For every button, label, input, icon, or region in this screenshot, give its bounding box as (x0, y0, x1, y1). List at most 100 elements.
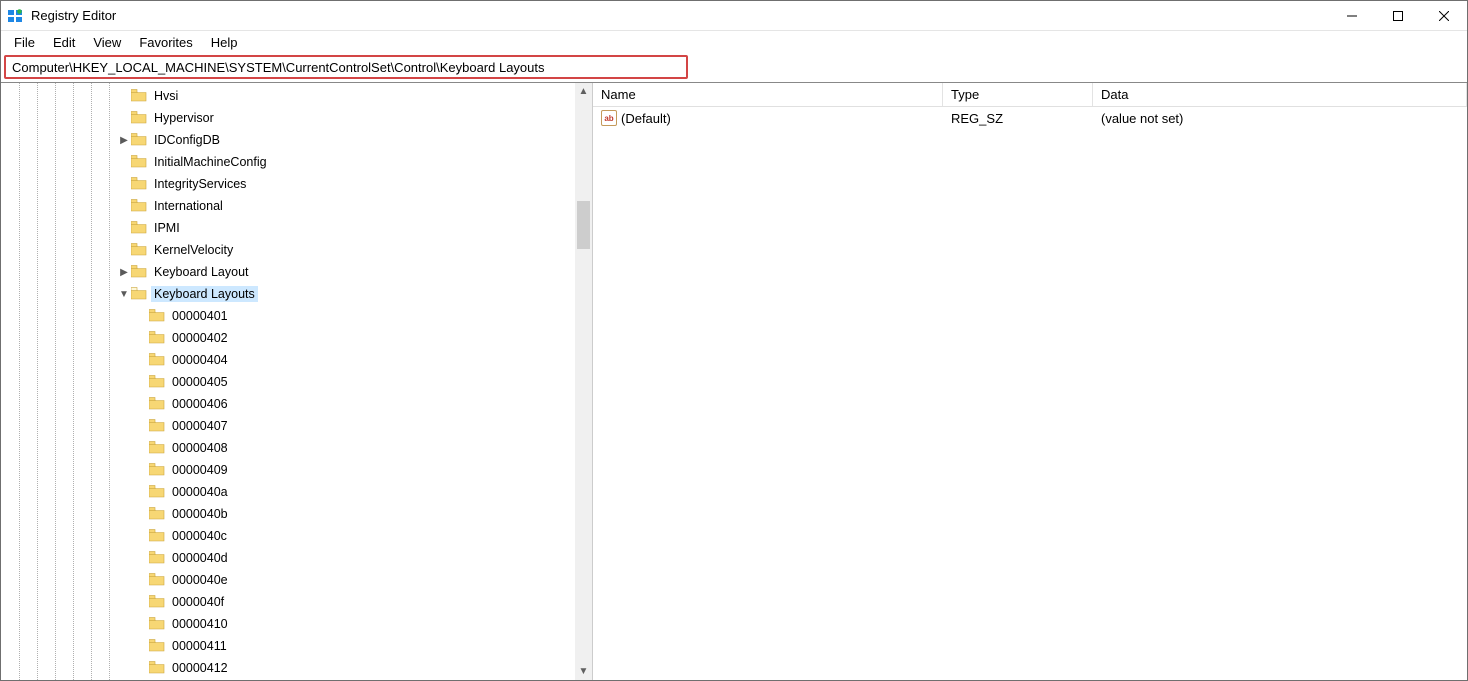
tree-item-label: IntegrityServices (151, 176, 249, 192)
regedit-icon (7, 8, 23, 24)
tree-item-label: 00000401 (169, 308, 231, 324)
address-bar[interactable] (4, 55, 688, 79)
tree-item-label: IDConfigDB (151, 132, 223, 148)
tree-item[interactable]: 00000409 (1, 459, 592, 481)
tree-item[interactable]: 00000406 (1, 393, 592, 415)
menu-view[interactable]: View (84, 33, 130, 52)
tree-item[interactable]: ▼ Keyboard Layouts (1, 283, 592, 305)
scroll-up-icon[interactable]: ▲ (575, 83, 592, 100)
folder-icon (149, 639, 165, 653)
tree-item-label: 00000407 (169, 418, 231, 434)
folder-icon (149, 595, 165, 609)
tree-item[interactable]: 0000040a (1, 481, 592, 503)
close-button[interactable] (1421, 1, 1467, 31)
tree-item-label: 0000040b (169, 506, 231, 522)
col-header-data[interactable]: Data (1093, 83, 1467, 106)
tree-item-label: KernelVelocity (151, 242, 236, 258)
tree-item[interactable]: KernelVelocity (1, 239, 592, 261)
menu-help[interactable]: Help (202, 33, 247, 52)
tree-item[interactable]: 0000040f (1, 591, 592, 613)
folder-icon (131, 177, 147, 191)
tree-item[interactable]: 00000410 (1, 613, 592, 635)
col-header-type[interactable]: Type (943, 83, 1093, 106)
address-input[interactable] (10, 59, 682, 76)
folder-icon (131, 199, 147, 213)
tree-item[interactable]: 00000402 (1, 327, 592, 349)
tree-item[interactable]: 00000411 (1, 635, 592, 657)
folder-icon (131, 265, 147, 279)
values-list[interactable]: ab(Default)REG_SZ(value not set) (593, 107, 1467, 680)
value-data: (value not set) (1093, 111, 1467, 126)
tree-item-label: 00000405 (169, 374, 231, 390)
folder-icon (149, 551, 165, 565)
value-row[interactable]: ab(Default)REG_SZ(value not set) (593, 107, 1467, 129)
tree-item[interactable]: ▶ IDConfigDB (1, 129, 592, 151)
tree-expander-icon[interactable]: ▶ (117, 135, 131, 146)
folder-icon (149, 419, 165, 433)
values-panel: Name Type Data ab(Default)REG_SZ(value n… (593, 83, 1467, 680)
col-header-name[interactable]: Name (593, 83, 943, 106)
tree-item[interactable]: Hypervisor (1, 107, 592, 129)
folder-icon (131, 287, 147, 301)
tree-item[interactable]: 00000401 (1, 305, 592, 327)
folder-icon (149, 507, 165, 521)
tree-item-label: IPMI (151, 220, 183, 236)
folder-icon (131, 155, 147, 169)
scroll-thumb[interactable] (577, 201, 590, 249)
tree-view[interactable]: Hvsi Hypervisor▶ IDConfigDB InitialMachi… (1, 83, 592, 680)
tree-item[interactable]: 0000040e (1, 569, 592, 591)
tree-item[interactable]: InitialMachineConfig (1, 151, 592, 173)
tree-item[interactable]: 00000404 (1, 349, 592, 371)
tree-item[interactable]: IntegrityServices (1, 173, 592, 195)
folder-icon (149, 397, 165, 411)
tree-item-label: 0000040e (169, 572, 231, 588)
maximize-button[interactable] (1375, 1, 1421, 31)
main-area: Hvsi Hypervisor▶ IDConfigDB InitialMachi… (1, 82, 1467, 680)
window: Registry Editor File Edit View Favorites… (0, 0, 1468, 681)
tree-expander-icon[interactable]: ▼ (117, 289, 131, 300)
tree-item-label: 0000040a (169, 484, 231, 500)
folder-icon (131, 89, 147, 103)
menubar: File Edit View Favorites Help (1, 31, 1467, 53)
window-title: Registry Editor (31, 8, 116, 23)
tree-item[interactable]: 00000405 (1, 371, 592, 393)
values-header[interactable]: Name Type Data (593, 83, 1467, 107)
tree-item[interactable]: 00000412 (1, 657, 592, 679)
tree-item[interactable]: ▶ Keyboard Layout (1, 261, 592, 283)
tree-item[interactable]: 0000040c (1, 525, 592, 547)
value-type: REG_SZ (943, 111, 1093, 126)
menu-edit[interactable]: Edit (44, 33, 84, 52)
folder-icon (149, 463, 165, 477)
menu-file[interactable]: File (5, 33, 44, 52)
minimize-button[interactable] (1329, 1, 1375, 31)
titlebar[interactable]: Registry Editor (1, 1, 1467, 31)
folder-icon (149, 375, 165, 389)
tree-item[interactable]: IPMI (1, 217, 592, 239)
tree-item-label: 00000402 (169, 330, 231, 346)
tree-item-label: 00000406 (169, 396, 231, 412)
tree-item[interactable]: Hvsi (1, 85, 592, 107)
tree-item-label: 0000040f (169, 594, 227, 610)
tree-item-label: 00000409 (169, 462, 231, 478)
tree-item[interactable]: 0000040d (1, 547, 592, 569)
tree-item-label: 00000408 (169, 440, 231, 456)
tree-item[interactable]: International (1, 195, 592, 217)
folder-icon (131, 133, 147, 147)
scroll-down-icon[interactable]: ▼ (575, 663, 592, 680)
folder-icon (149, 353, 165, 367)
tree-item-label: 00000410 (169, 616, 231, 632)
tree-expander-icon[interactable]: ▶ (117, 267, 131, 278)
menu-favorites[interactable]: Favorites (130, 33, 201, 52)
tree-scrollbar[interactable]: ▲ ▼ (575, 83, 592, 680)
tree-item-label: International (151, 198, 226, 214)
tree-item[interactable]: 0000040b (1, 503, 592, 525)
folder-icon (149, 309, 165, 323)
folder-icon (149, 617, 165, 631)
tree-item-label: 00000412 (169, 660, 231, 676)
tree-item[interactable]: 00000407 (1, 415, 592, 437)
folder-icon (149, 661, 165, 675)
folder-icon (131, 111, 147, 125)
tree-item-label: 0000040c (169, 528, 230, 544)
tree-item[interactable]: 00000408 (1, 437, 592, 459)
value-name: (Default) (621, 111, 671, 126)
